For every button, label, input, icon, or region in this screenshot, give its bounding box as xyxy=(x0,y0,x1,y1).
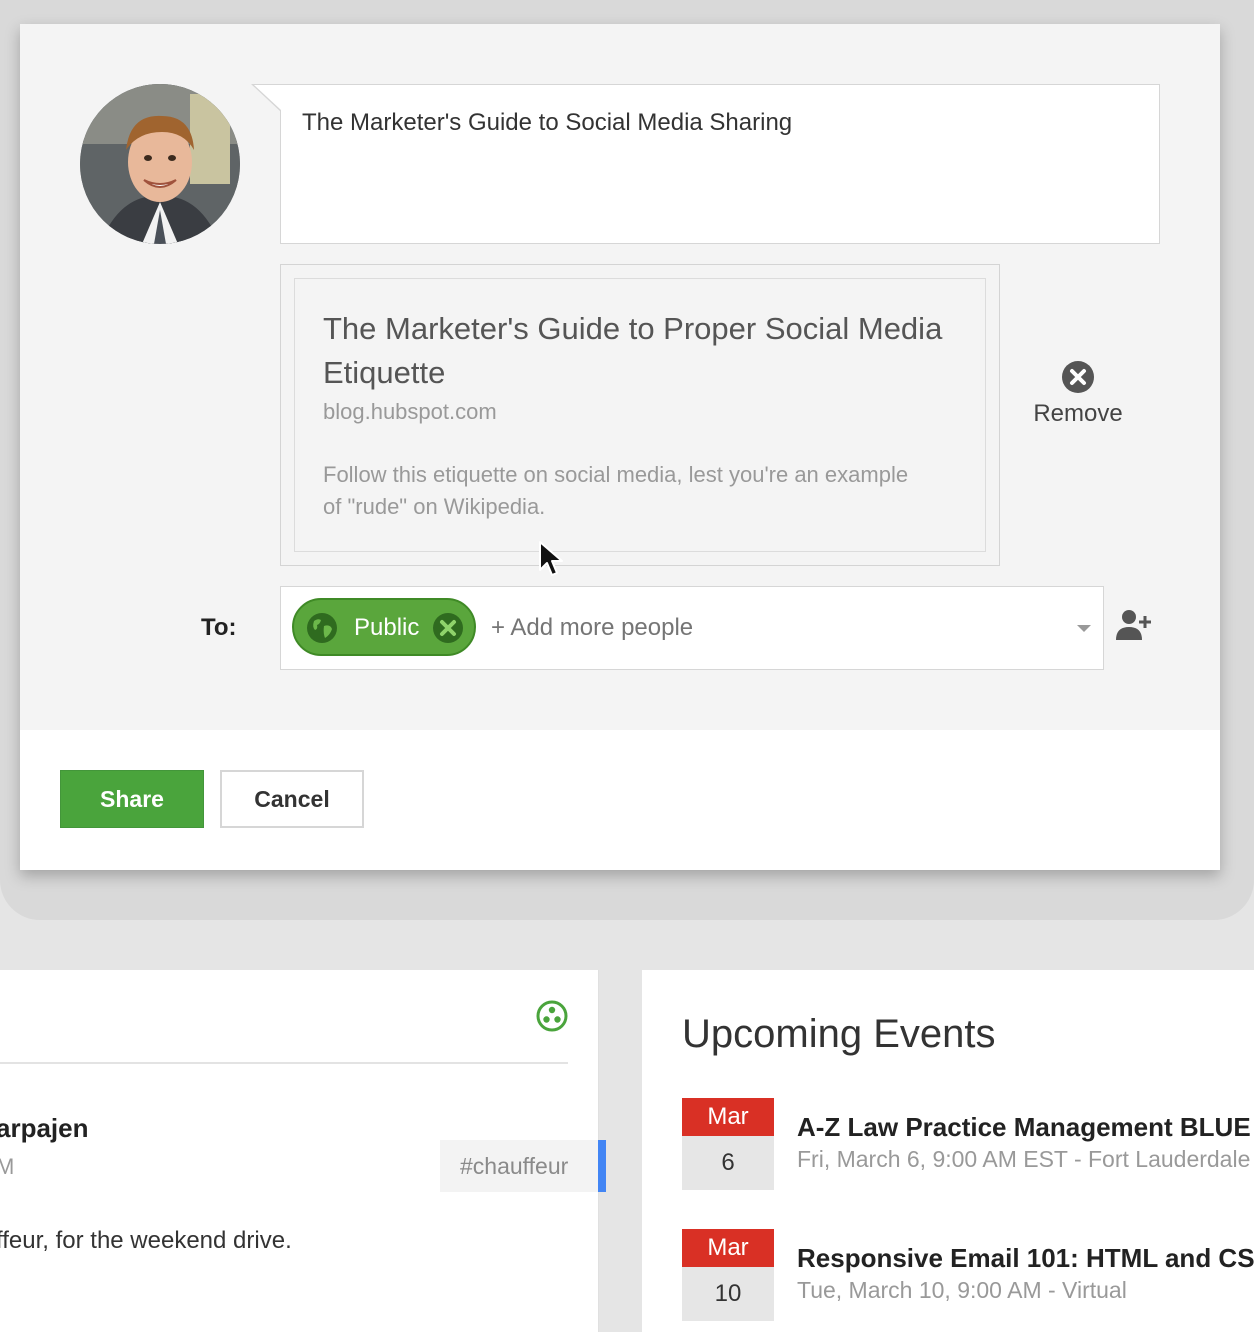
event-title[interactable]: A-Z Law Practice Management BLUE xyxy=(797,1112,1251,1143)
globe-icon xyxy=(307,613,337,643)
event-item[interactable]: Mar 6 A-Z Law Practice Management BLUE F… xyxy=(682,1098,1254,1190)
post-card: arpajen M #chauffeur ffeur, for the week… xyxy=(0,970,606,1332)
link-preview-frame: The Marketer's Guide to Proper Social Me… xyxy=(280,264,1000,566)
message-text[interactable]: The Marketer's Guide to Social Media Sha… xyxy=(302,109,792,137)
dialog-footer: Share Cancel xyxy=(20,730,1220,870)
link-domain: blog.hubspot.com xyxy=(323,399,497,424)
share-dialog: The Marketer's Guide to Social Media Sha… xyxy=(20,24,1220,870)
chevron-down-icon[interactable] xyxy=(1077,625,1091,632)
remove-icon[interactable] xyxy=(1061,360,1095,394)
audience-chip-label: Public xyxy=(354,614,420,641)
link-title: The Marketer's Guide to Proper Social Me… xyxy=(323,311,943,390)
event-item[interactable]: Mar 10 Responsive Email 101: HTML and CS… xyxy=(682,1229,1254,1321)
event-day: 10 xyxy=(682,1267,774,1321)
post-time: M xyxy=(0,1154,15,1179)
add-person-icon[interactable] xyxy=(1116,608,1152,642)
link-preview[interactable]: The Marketer's Guide to Proper Social Me… xyxy=(294,278,986,552)
audience-field[interactable]: Public xyxy=(280,586,1104,670)
events-card: Upcoming Events Mar 6 A-Z Law Practice M… xyxy=(642,970,1254,1332)
avatar xyxy=(80,84,240,244)
event-subtitle: Fri, March 6, 9:00 AM EST - Fort Lauderd… xyxy=(797,1146,1251,1172)
link-description: Follow this etiquette on social media, l… xyxy=(323,462,909,519)
event-month: Mar xyxy=(682,1098,774,1136)
circles-icon[interactable] xyxy=(535,999,569,1033)
post-author[interactable]: arpajen xyxy=(0,1113,89,1144)
message-input[interactable]: The Marketer's Guide to Social Media Sha… xyxy=(251,84,1160,244)
add-people-input[interactable] xyxy=(491,614,1051,642)
remove-label[interactable]: Remove xyxy=(1033,400,1122,427)
event-month: Mar xyxy=(682,1229,774,1267)
share-button[interactable]: Share xyxy=(60,770,204,828)
remove-link-button[interactable]: Remove xyxy=(1030,360,1126,428)
to-label: To: xyxy=(201,614,237,641)
audience-chip-public[interactable]: Public xyxy=(292,598,476,656)
cursor-icon xyxy=(539,541,563,576)
cancel-button[interactable]: Cancel xyxy=(220,770,364,828)
message-notch-inner xyxy=(254,85,281,110)
event-subtitle: Tue, March 10, 9:00 AM - Virtual xyxy=(797,1277,1127,1303)
close-icon[interactable] xyxy=(432,612,464,644)
event-day: 6 xyxy=(682,1136,774,1190)
divider xyxy=(0,1062,568,1064)
events-heading: Upcoming Events xyxy=(682,1012,996,1056)
hashtag-link[interactable]: #chauffeur xyxy=(440,1140,598,1192)
hashtag-accent-bar xyxy=(598,1140,606,1192)
event-title[interactable]: Responsive Email 101: HTML and CS xyxy=(797,1243,1254,1274)
post-text: ffeur, for the weekend drive. xyxy=(0,1227,292,1254)
